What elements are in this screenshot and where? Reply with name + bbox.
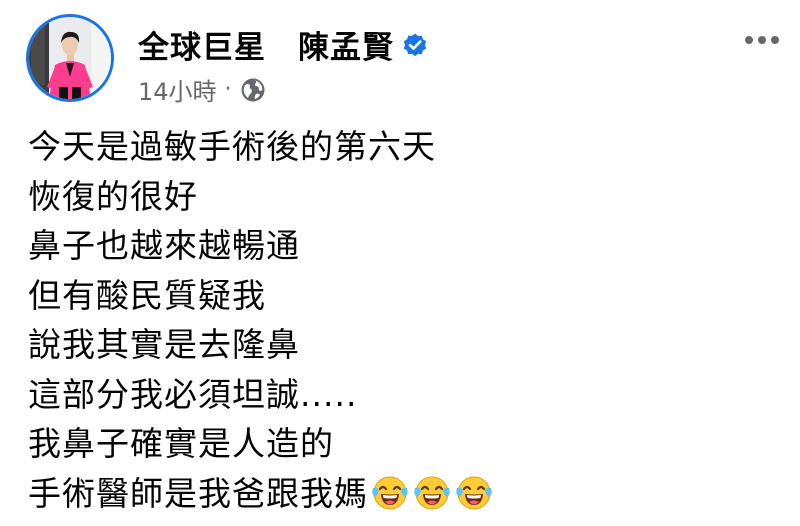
globe-icon[interactable] (240, 77, 266, 103)
name-row: 全球巨星 陳孟賢 (138, 22, 428, 67)
post-line: 說我其實是去隆鼻 (28, 320, 768, 370)
more-options-button[interactable] (738, 24, 786, 56)
tears-of-joy-icon (455, 474, 493, 512)
post-line: 恢復的很好 (28, 172, 768, 222)
post-line-text: 今天是過敏手術後的第六天 (28, 127, 436, 166)
post-line: 我鼻子確實是人造的 (28, 419, 768, 469)
avatar[interactable] (26, 14, 114, 102)
post-timestamp[interactable]: 14小時 (138, 72, 217, 107)
post-line-text: 我鼻子確實是人造的 (28, 424, 334, 463)
post-line: 但有酸民質疑我 (28, 271, 768, 321)
facebook-post: 全球巨星 陳孟賢 14小時 · 今天是過敏手術後的第六天 恢復的很好 鼻子也越來… (0, 0, 800, 523)
post-meta: 14小時 · (138, 72, 266, 107)
post-line-text: 鼻子也越來越暢通 (28, 226, 300, 265)
post-header: 全球巨星 陳孟賢 14小時 · (26, 14, 786, 107)
post-line: 鼻子也越來越暢通 (28, 221, 768, 271)
post-line-text: 說我其實是去隆鼻 (28, 325, 300, 364)
post-message: 今天是過敏手術後的第六天 恢復的很好 鼻子也越來越暢通 但有酸民質疑我 說我其實… (28, 122, 768, 518)
verified-badge-icon (402, 32, 428, 58)
post-line: 這部分我必須坦誠..... (28, 370, 768, 420)
post-line: 手術醫師是我爸跟我媽 (28, 469, 768, 519)
post-line-text: 手術醫師是我爸跟我媽 (28, 473, 368, 513)
post-line-text: 恢復的很好 (28, 176, 198, 216)
tears-of-joy-icon (413, 474, 451, 512)
tears-of-joy-icon (371, 474, 409, 512)
more-dot (771, 36, 779, 44)
page-name[interactable]: 全球巨星 陳孟賢 (138, 22, 394, 67)
post-line: 今天是過敏手術後的第六天 (28, 122, 768, 172)
post-line-text: 但有酸民質疑我 (28, 275, 266, 315)
meta-separator: · (224, 77, 232, 102)
more-dot (758, 36, 766, 44)
more-dot (745, 36, 753, 44)
emoji-group (371, 474, 497, 512)
post-line-text: 這部分我必須坦誠..... (28, 374, 358, 414)
avatar-image (29, 17, 111, 99)
